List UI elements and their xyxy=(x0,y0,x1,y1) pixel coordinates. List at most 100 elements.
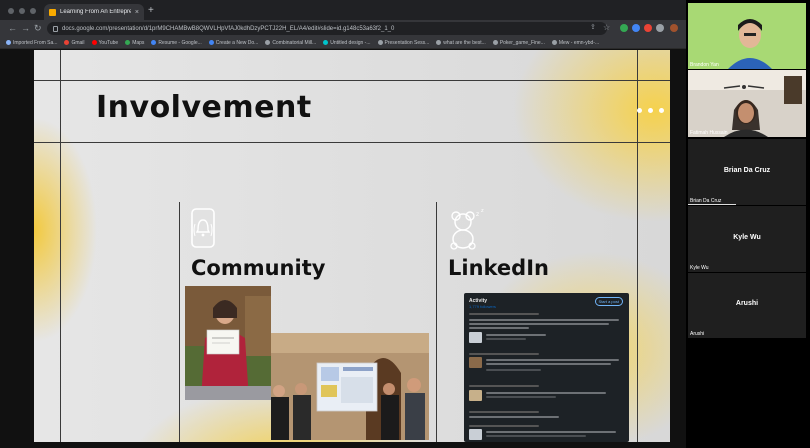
bookmark-label: Poker_game_Fine... xyxy=(499,39,545,46)
svg-text:z: z xyxy=(476,211,479,218)
bookmark-favicon-icon xyxy=(91,40,97,45)
bookmark-favicon-icon xyxy=(6,40,11,45)
participant-tile[interactable]: Arushi Arushi xyxy=(688,273,806,338)
bookmark-item[interactable]: what are the best... xyxy=(436,40,486,46)
community-photo-1 xyxy=(185,286,271,400)
post-text-line xyxy=(486,396,556,398)
bookmark-label: Combinatorial Mill... xyxy=(272,39,317,46)
followers-count: 1,779 followers xyxy=(469,304,496,309)
post-text-line xyxy=(486,431,616,433)
share-icon[interactable]: ⇪ xyxy=(590,23,596,33)
extension-icon[interactable] xyxy=(656,24,664,32)
bookmarks-bar: Imported From Sa... Gmail YouTube Maps Resum… xyxy=(0,37,686,49)
phone-bell-icon xyxy=(191,208,215,248)
bookmark-item[interactable]: YouTube xyxy=(91,39,119,46)
post-meta-line xyxy=(469,353,539,355)
bookmark-item[interactable]: Mew - emn-ybd-... xyxy=(551,39,600,46)
bookmark-label: Presentation Sess... xyxy=(384,39,430,46)
speaking-indicator xyxy=(688,204,736,205)
community-heading: Community xyxy=(191,256,326,280)
bookmark-label: Untitled design -... xyxy=(330,39,371,46)
post-meta-line xyxy=(469,411,539,413)
bookmark-favicon-icon xyxy=(125,40,131,45)
participant-tile[interactable]: Kyle Wu Kyle Wu xyxy=(688,206,806,272)
maximize-window-button[interactable] xyxy=(30,8,36,14)
post-thumbnail[interactable] xyxy=(469,390,482,401)
post-thumbnail[interactable] xyxy=(469,357,482,368)
close-window-button[interactable] xyxy=(8,8,14,14)
linkedin-heading: LinkedIn xyxy=(448,256,549,280)
participant-video-feed xyxy=(688,3,806,69)
post-text-line xyxy=(486,369,541,371)
community-photo-2 xyxy=(271,333,429,440)
post-link-line xyxy=(486,334,546,336)
slide-title: Involvement xyxy=(96,90,312,125)
decorative-dots xyxy=(637,108,664,113)
back-arrow-icon[interactable]: ← xyxy=(8,23,17,33)
bookmark-item[interactable]: Maps xyxy=(125,40,144,46)
reload-icon[interactable]: ↻ xyxy=(34,23,42,33)
bookmark-label: Gmail xyxy=(71,39,85,46)
bookmark-label: Mew - emn-ybd-... xyxy=(558,39,600,46)
bookmark-item[interactable]: Resume - Google... xyxy=(151,39,202,46)
bookmark-item[interactable]: Create a New Do... xyxy=(208,40,258,46)
post-meta-line xyxy=(469,385,539,387)
post-link-line xyxy=(486,338,526,340)
person-with-certificate-image xyxy=(185,286,271,400)
bookmark-item[interactable]: Imported From Sa... xyxy=(6,40,57,46)
svg-text:z: z xyxy=(481,208,484,214)
grid-line xyxy=(34,142,670,143)
bookmark-item[interactable]: Untitled design -... xyxy=(323,39,371,46)
extension-icon[interactable] xyxy=(620,24,628,32)
slides-favicon-icon xyxy=(49,8,56,16)
bookmark-item[interactable]: Gmail xyxy=(64,39,85,46)
presentation-slide: Involvement Community z z LinkedIn Activ… xyxy=(34,50,670,442)
participant-name: Brandon Yan xyxy=(690,62,719,68)
bookmark-item[interactable]: Presentation Sess... xyxy=(377,39,430,46)
grid-line xyxy=(179,202,180,442)
bookmark-favicon-icon xyxy=(151,40,157,45)
post-text-line xyxy=(486,359,619,361)
bookmark-star-icon[interactable]: ☆ xyxy=(603,23,610,33)
participant-name: Fatimah Hussain xyxy=(690,130,728,136)
dot xyxy=(648,108,653,113)
post-text-line xyxy=(486,363,611,365)
participant-display-name: Brian Da Cruz xyxy=(723,167,771,174)
participant-tile[interactable]: Brian Da Cruz Brian Da Cruz xyxy=(688,139,806,205)
bookmark-favicon-icon xyxy=(208,40,214,45)
extension-icon[interactable] xyxy=(644,24,652,32)
dot xyxy=(637,108,642,113)
minimize-window-button[interactable] xyxy=(19,8,25,14)
address-bar[interactable]: docs.google.com/presentation/d/1prM9CHAM… xyxy=(47,22,607,35)
post-thumbnail[interactable] xyxy=(469,332,482,343)
bookmark-favicon-icon xyxy=(492,40,498,45)
grid-line xyxy=(436,202,437,442)
browser-tab-bar: Learning From An Entreprene... × + xyxy=(0,0,686,20)
new-tab-button[interactable]: + xyxy=(148,6,154,16)
bookmark-label: what are the best... xyxy=(443,39,486,46)
bookmark-item[interactable]: Poker_game_Fine... xyxy=(492,39,545,46)
start-post-button[interactable]: Start a post xyxy=(594,297,623,306)
bookmark-label: YouTube xyxy=(98,39,119,46)
participant-display-name: Arushi xyxy=(735,300,759,307)
participant-tile-video[interactable]: Fatimah Hussain xyxy=(688,70,806,137)
profile-avatar[interactable] xyxy=(670,24,678,32)
bookmark-label: Resume - Google... xyxy=(158,39,202,46)
teddy-bear-icon: z z xyxy=(450,208,484,250)
bookmark-item[interactable]: Combinatorial Mill... xyxy=(265,40,316,46)
bookmark-favicon-icon xyxy=(64,40,70,45)
bookmark-favicon-icon xyxy=(436,40,442,45)
post-text-line xyxy=(469,323,609,325)
bookmark-favicon-icon xyxy=(323,40,329,45)
forward-arrow-icon[interactable]: → xyxy=(21,23,30,33)
window-controls xyxy=(8,8,36,14)
bookmark-label: Imported From Sa... xyxy=(13,39,58,46)
post-thumbnail[interactable] xyxy=(469,429,482,440)
post-text-line xyxy=(486,392,606,394)
browser-tab[interactable]: Learning From An Entreprene... × xyxy=(44,4,144,20)
bookmark-favicon-icon xyxy=(377,40,383,45)
extension-icon[interactable] xyxy=(632,24,640,32)
participant-display-name: Kyle Wu xyxy=(733,234,761,241)
tab-close-icon[interactable]: × xyxy=(135,9,139,16)
participant-tile-video[interactable]: Brandon Yan xyxy=(688,3,806,69)
